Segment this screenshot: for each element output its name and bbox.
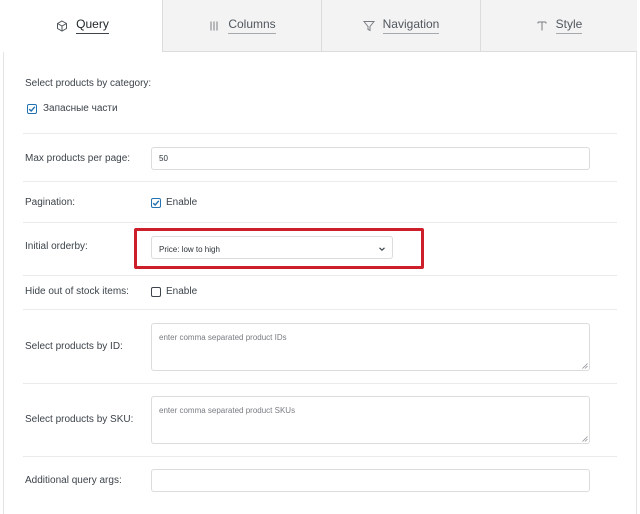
tab-style[interactable]: Style: [480, 0, 637, 52]
query-args-input[interactable]: [151, 469, 590, 492]
query-args-label: Additional query args:: [25, 475, 122, 486]
pagination-checkbox[interactable]: [151, 198, 161, 208]
divider: [23, 383, 617, 384]
cube-icon: [56, 19, 68, 32]
products-by-sku-label: Select products by SKU:: [25, 414, 134, 425]
resize-grip-icon[interactable]: [582, 363, 588, 369]
filter-icon: [362, 20, 375, 32]
divider: [23, 456, 617, 457]
tab-columns-label: Columns: [228, 17, 276, 34]
products-by-id-label: Select products by ID:: [25, 341, 123, 352]
tab-style-label: Style: [555, 17, 583, 34]
columns-icon: [208, 20, 220, 32]
tab-navigation-label: Navigation: [382, 17, 440, 34]
products-by-id-textarea[interactable]: [151, 323, 590, 371]
pagination-option-label: Enable: [166, 197, 198, 208]
orderby-label: Initial orderby:: [25, 241, 88, 252]
category-option-label: Запасные части: [43, 103, 118, 114]
tab-columns[interactable]: Columns: [162, 0, 321, 52]
max-products-label: Max products per page:: [25, 153, 131, 164]
hide-out-of-stock-option-label: Enable: [166, 286, 198, 297]
tab-query-label: Query: [76, 17, 109, 34]
chevron-down-icon: [379, 247, 385, 252]
divider: [23, 133, 617, 134]
divider: [23, 275, 617, 276]
max-products-input[interactable]: [151, 147, 590, 170]
category-checkbox[interactable]: [27, 104, 37, 114]
hide-out-of-stock-checkbox[interactable]: [151, 287, 161, 297]
tab-query[interactable]: Query: [3, 0, 162, 52]
tab-navigation[interactable]: Navigation: [321, 0, 480, 52]
pagination-label: Pagination:: [25, 197, 76, 208]
text-t-icon: [536, 20, 548, 32]
divider: [23, 181, 617, 182]
orderby-selected-value: Price: low to high: [159, 245, 220, 254]
products-by-sku-textarea[interactable]: [151, 396, 590, 444]
category-label: Select products by category:: [25, 78, 152, 89]
divider: [23, 222, 617, 223]
divider: [23, 309, 617, 310]
resize-grip-icon[interactable]: [582, 436, 588, 442]
orderby-select[interactable]: Price: low to high: [151, 236, 393, 259]
hide-out-of-stock-label: Hide out of stock items:: [25, 286, 129, 297]
tab-bar: Query Columns Navigation Style: [3, 0, 637, 52]
